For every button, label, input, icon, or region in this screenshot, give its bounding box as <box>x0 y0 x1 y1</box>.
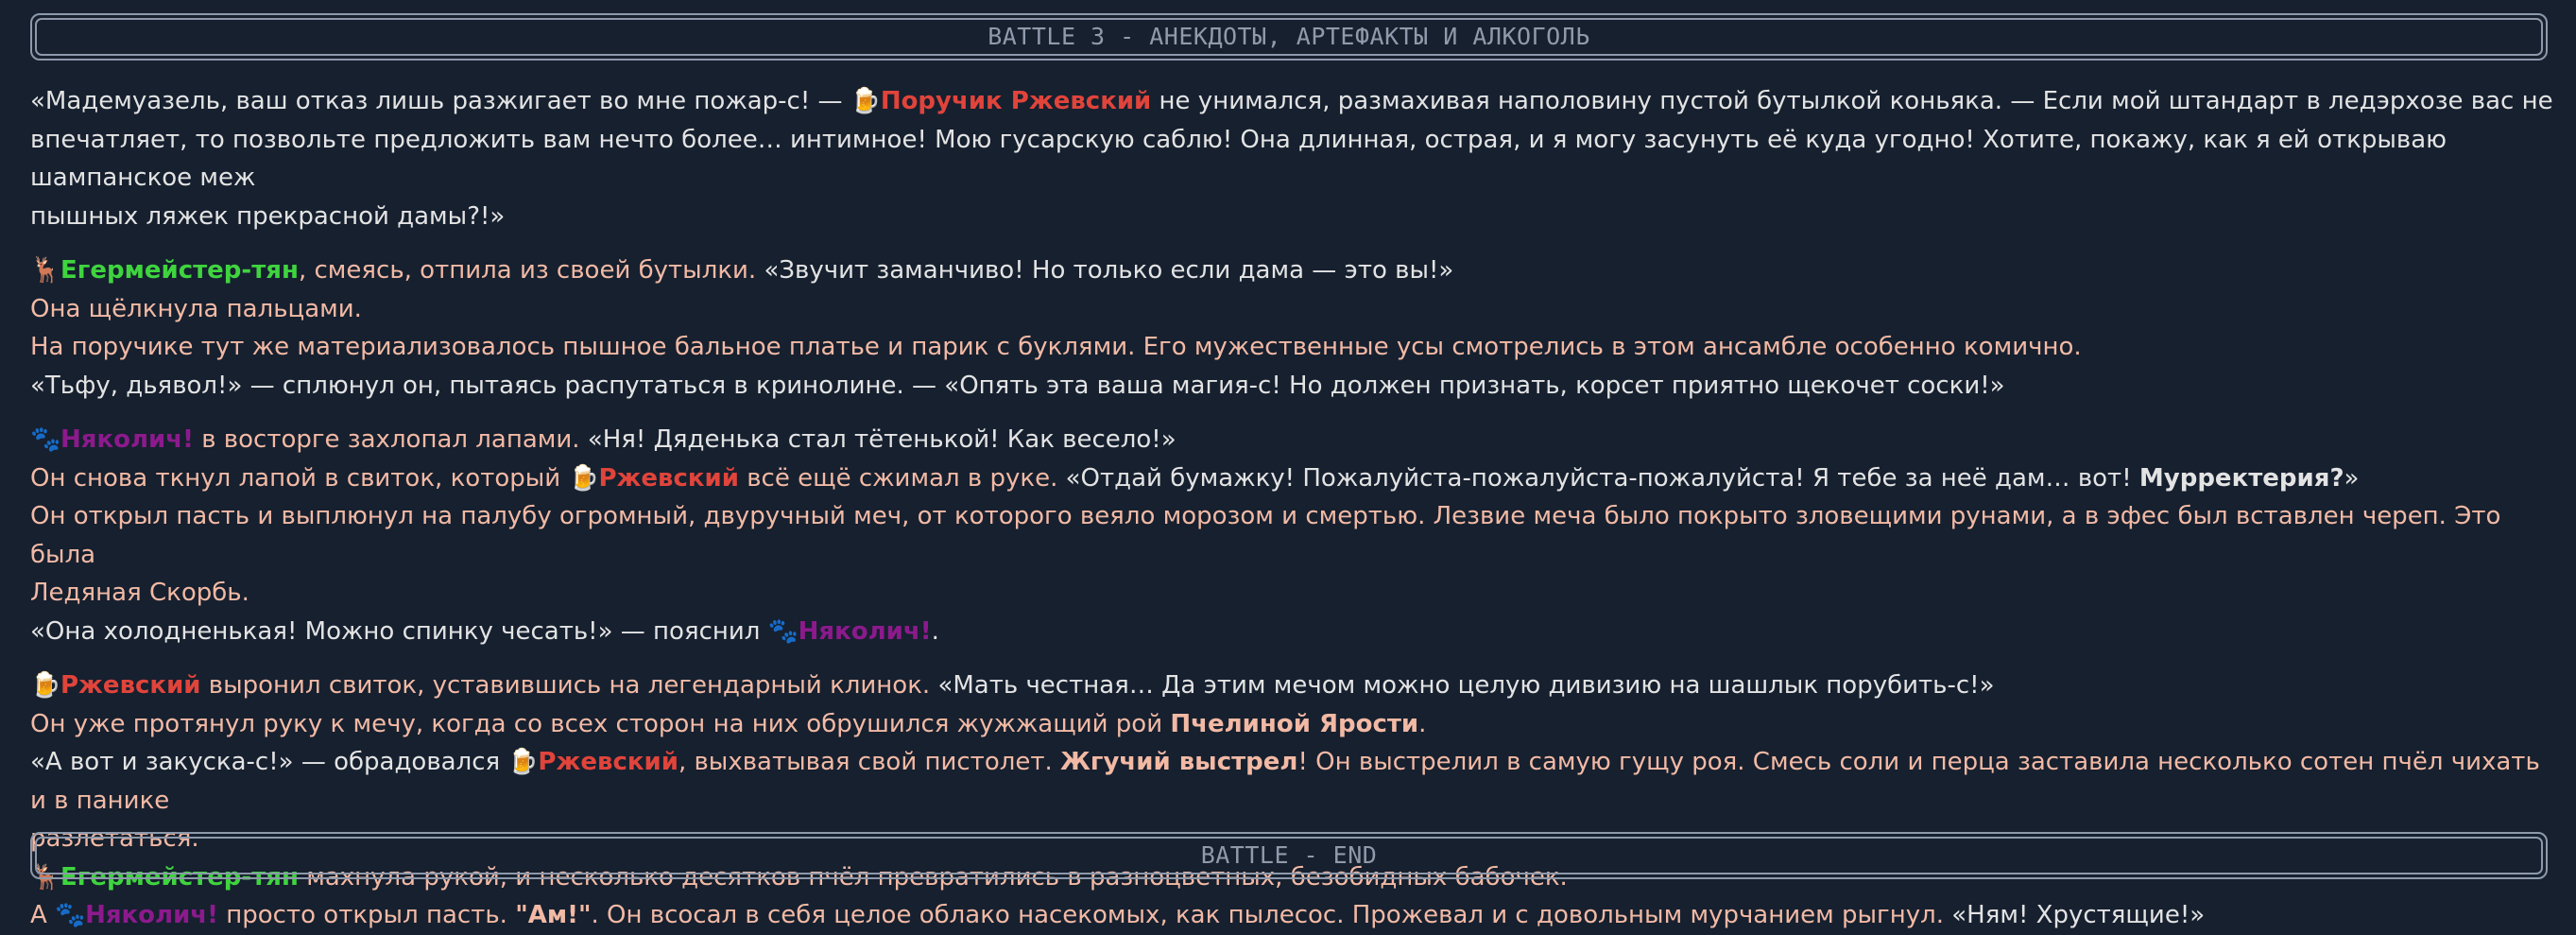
highlight-term: Мурректерия? <box>2138 463 2344 493</box>
log-line: Он снова ткнул лапой в свиток, который 🍺… <box>30 459 2555 498</box>
log-paragraph-2: 🦌Егермейстер-тян, смеясь, отпила из свое… <box>30 251 2555 405</box>
paw-prints-icon: 🐾 <box>55 901 86 929</box>
character-name-nyak: Няколич! <box>60 425 194 454</box>
battle-title: BATTLE 3 - АНЕКДОТЫ, АРТЕФАКТЫ И АЛКОГОЛ… <box>987 22 1590 50</box>
character-name-eger: Егермейстер-тян <box>60 256 299 285</box>
log-line: впечатляет, то позвольте предложить вам … <box>30 125 2447 193</box>
highlight-term: Пчелиной Ярости <box>1170 709 1419 738</box>
log-line: Он открыл пасть и выплюнул на палубу огр… <box>30 502 2501 569</box>
log-line: пышных ляжек прекрасной дамы?!» <box>30 201 506 231</box>
log-paragraph-1: «Мадемуазель, ваш отказ лишь разжигает в… <box>30 82 2555 235</box>
battle-end-banner: BATTLE - END <box>30 832 2548 879</box>
battle-end-title: BATTLE - END <box>1200 840 1378 869</box>
log-line: «А вот и закуска-с!» — обрадовался 🍺Ржев… <box>30 743 2555 820</box>
paw-prints-icon: 🐾 <box>767 616 799 646</box>
log-line: 🍺Ржевский выронил свиток, уставившись на… <box>30 667 2555 705</box>
character-name-rzhevsky: Ржевский <box>538 748 678 776</box>
character-name-rzhevsky: Ржевский <box>60 671 201 700</box>
log-line: Ледяная Скорбь. <box>30 579 249 607</box>
log-line: «Мадемуазель, ваш отказ лишь разжигает в… <box>30 82 2555 121</box>
highlight-term: Жгучий выстрел <box>1060 748 1298 776</box>
log-line: На поручике тут же материализовалось пыш… <box>30 333 2082 361</box>
log-line: 🐾Няколич! в восторге захлопал лапами. «Н… <box>30 421 2555 459</box>
beer-mug-icon: 🍺 <box>507 748 539 776</box>
beer-mug-icon: 🍺 <box>568 463 599 493</box>
log-line: 🦌Егермейстер-тян, смеясь, отпила из свое… <box>30 251 2555 290</box>
highlight-term: "Ам!" <box>515 901 592 929</box>
beer-mug-icon: 🍺 <box>850 87 882 115</box>
log-line: Она щёлкнула пальцами. <box>30 294 362 323</box>
paw-prints-icon: 🐾 <box>30 425 61 454</box>
character-name-nyak: Няколич! <box>798 616 932 646</box>
log-line: А 🐾Няколич! просто открыл пасть. "Ам!". … <box>30 896 2555 935</box>
battle-start-banner: BATTLE 3 - АНЕКДОТЫ, АРТЕФАКТЫ И АЛКОГОЛ… <box>30 13 2548 61</box>
character-name-rzhevsky: Ржевский <box>598 463 739 493</box>
log-paragraph-3: 🐾Няколич! в восторге захлопал лапами. «Н… <box>30 421 2555 650</box>
character-name-rzhevsky: Поручик Ржевский <box>880 87 1152 115</box>
log-line: Он уже протянул руку к мечу, когда со вс… <box>30 709 1427 738</box>
log-line: «Она холодненькая! Можно спинку чесать!»… <box>30 613 2555 651</box>
beer-mug-icon: 🍺 <box>30 671 61 700</box>
character-name-nyak: Няколич! <box>85 901 218 929</box>
log-line: «Тьфу, дьявол!» — сплюнул он, пытаясь ра… <box>30 371 2005 400</box>
deer-icon: 🦌 <box>30 256 61 285</box>
log-paragraph-4: 🍺Ржевский выронил свиток, уставившись на… <box>30 667 2555 935</box>
battle-log: «Мадемуазель, ваш отказ лишь разжигает в… <box>30 82 2555 935</box>
